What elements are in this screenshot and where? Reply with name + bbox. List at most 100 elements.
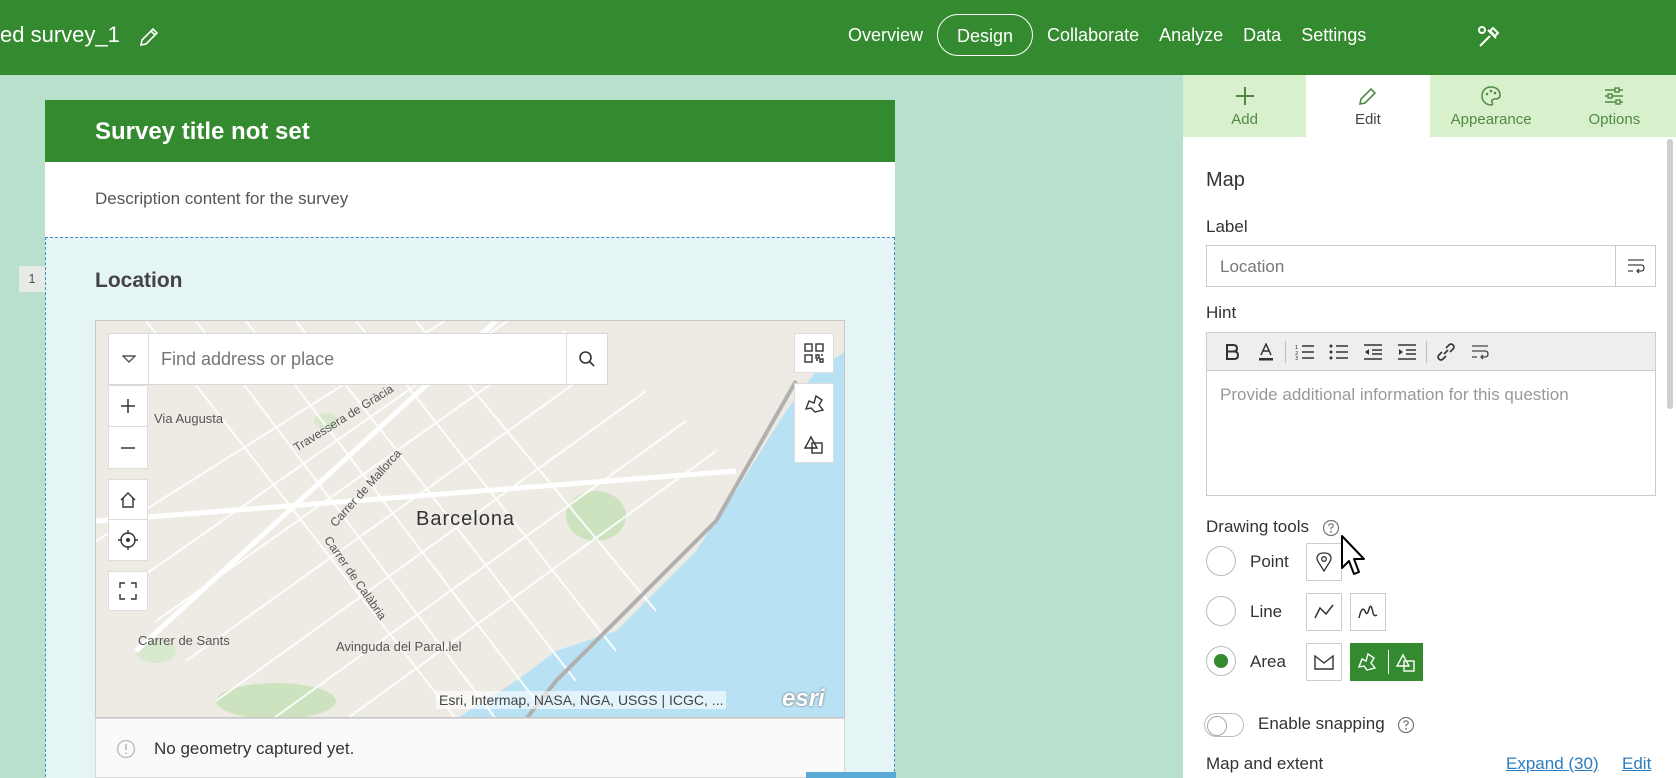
bold-button[interactable]	[1215, 337, 1249, 367]
tab-edit[interactable]: Edit	[1306, 75, 1430, 137]
polygon-outline-icon	[1314, 654, 1334, 670]
tab-design[interactable]: Design	[937, 14, 1034, 56]
tab-overview[interactable]: Overview	[838, 14, 933, 56]
snapping-toggle[interactable]	[1204, 713, 1244, 737]
zoom-out-button[interactable]	[109, 427, 147, 468]
hint-placeholder: Provide additional information for this …	[1220, 385, 1569, 404]
survey-title: Survey title not set	[95, 118, 310, 145]
search-icon	[579, 351, 595, 367]
panel-heading: Map	[1206, 169, 1245, 191]
sliders-icon	[1605, 87, 1624, 105]
pencil-icon	[1358, 87, 1377, 106]
survey-description: Description content for the survey	[95, 189, 349, 208]
point-radio[interactable]	[1206, 546, 1236, 576]
map-search-button[interactable]	[566, 334, 607, 384]
point-label: Point	[1250, 552, 1289, 571]
link-icon	[1437, 342, 1455, 361]
help-icon[interactable]	[1397, 716, 1415, 734]
top-bar: ed survey_1 Overview Design Collaborate …	[0, 0, 1676, 75]
street-label: Carrer de Sants	[138, 633, 230, 648]
polyline-icon	[1314, 604, 1334, 619]
ordered-list-button[interactable]: 123	[1288, 337, 1322, 367]
bullet-list-icon	[1329, 344, 1348, 359]
main-nav: Overview Design Collaborate Analyze Data…	[838, 14, 1376, 56]
expand-link[interactable]: Expand (30)	[1506, 754, 1599, 774]
tab-analyze[interactable]: Analyze	[1149, 14, 1233, 56]
hint-editor[interactable]: 123 Provide additional information for t…	[1206, 332, 1656, 496]
search-source-dropdown[interactable]	[109, 334, 149, 384]
palette-icon	[1481, 86, 1501, 106]
fullscreen-button[interactable]	[108, 571, 148, 611]
mouse-cursor-icon	[1341, 535, 1365, 575]
panel-scrollbar[interactable]	[1667, 139, 1673, 409]
area-radio[interactable]	[1206, 646, 1236, 676]
help-icon[interactable]	[1322, 519, 1340, 537]
bold-icon	[1226, 343, 1239, 360]
bullet-list-button[interactable]	[1322, 337, 1356, 367]
label-input[interactable]: Location	[1206, 245, 1656, 287]
zoom-in-button[interactable]	[109, 386, 147, 427]
polygon-icon	[804, 394, 825, 413]
geometry-status-text: No geometry captured yet.	[154, 739, 355, 758]
qr-code-icon	[804, 343, 824, 363]
freehand-area-tool-button[interactable]	[1350, 643, 1423, 681]
tab-options[interactable]: Options	[1553, 75, 1676, 137]
polygon-tool-button[interactable]	[1306, 643, 1342, 681]
plus-icon	[121, 399, 135, 413]
home-button[interactable]	[109, 480, 147, 520]
survey-name: ed survey_1	[0, 22, 120, 47]
text-color-button[interactable]	[1249, 337, 1283, 367]
map-view[interactable]: Via Augusta Travessera de Gràcia Carrer …	[95, 320, 845, 718]
question-number: 1	[19, 266, 45, 292]
shape-area-button[interactable]	[795, 424, 833, 464]
survey-description-area[interactable]: Description content for the survey	[45, 162, 895, 237]
map-city-label: Barcelona	[416, 508, 516, 530]
zoom-controls	[108, 385, 148, 469]
hint-title: Hint	[1206, 303, 1237, 322]
locate-button[interactable]	[109, 520, 147, 560]
text-wrap-icon	[1627, 259, 1645, 274]
freehand-area-button[interactable]	[795, 384, 833, 424]
line-radio[interactable]	[1206, 596, 1236, 626]
locate-icon	[118, 530, 138, 550]
hint-format-button[interactable]	[1463, 337, 1497, 367]
line-label: Line	[1250, 602, 1283, 621]
map-draw-controls	[794, 383, 834, 463]
panel-tabs: Add Edit Appearance Options	[1183, 75, 1676, 137]
label-input-value: Location	[1220, 257, 1285, 276]
tab-data[interactable]: Data	[1233, 14, 1291, 56]
tab-add[interactable]: Add	[1183, 75, 1306, 137]
pencil-icon[interactable]	[137, 25, 161, 49]
tools-icon[interactable]	[1476, 24, 1502, 50]
map-nav-controls	[108, 479, 148, 561]
indent-icon	[1398, 343, 1416, 360]
point-tool-button[interactable]	[1306, 543, 1342, 581]
geometry-status: No geometry captured yet.	[95, 718, 845, 778]
tab-appearance[interactable]: Appearance	[1430, 75, 1553, 137]
tab-collaborate[interactable]: Collaborate	[1037, 14, 1149, 56]
chevron-down-icon	[121, 355, 136, 363]
shapes-icon	[1395, 653, 1415, 672]
label-format-button[interactable]	[1615, 246, 1655, 286]
polyline-tool-button[interactable]	[1306, 593, 1342, 631]
minus-icon	[121, 446, 135, 449]
map-search-input[interactable]	[149, 334, 566, 384]
outdent-button[interactable]	[1356, 337, 1390, 367]
qr-code-button[interactable]	[794, 333, 834, 373]
home-icon	[120, 491, 136, 508]
map-pin-icon	[1316, 552, 1332, 572]
text-color-icon	[1259, 342, 1273, 360]
edit-link[interactable]: Edit	[1622, 754, 1651, 774]
info-icon	[116, 739, 136, 759]
link-button[interactable]	[1429, 337, 1463, 367]
label-title: Label	[1206, 217, 1248, 236]
polygon-icon	[1357, 652, 1377, 671]
tab-settings[interactable]: Settings	[1291, 14, 1376, 56]
freehand-line-tool-button[interactable]	[1350, 593, 1386, 631]
plus-icon	[1235, 87, 1254, 105]
snapping-label-text: Enable snapping	[1258, 714, 1385, 733]
indent-button[interactable]	[1390, 337, 1424, 367]
drawing-tools-title: Drawing tools	[1206, 517, 1340, 537]
survey-header[interactable]: Survey title not set	[45, 100, 895, 162]
area-label: Area	[1250, 652, 1286, 671]
